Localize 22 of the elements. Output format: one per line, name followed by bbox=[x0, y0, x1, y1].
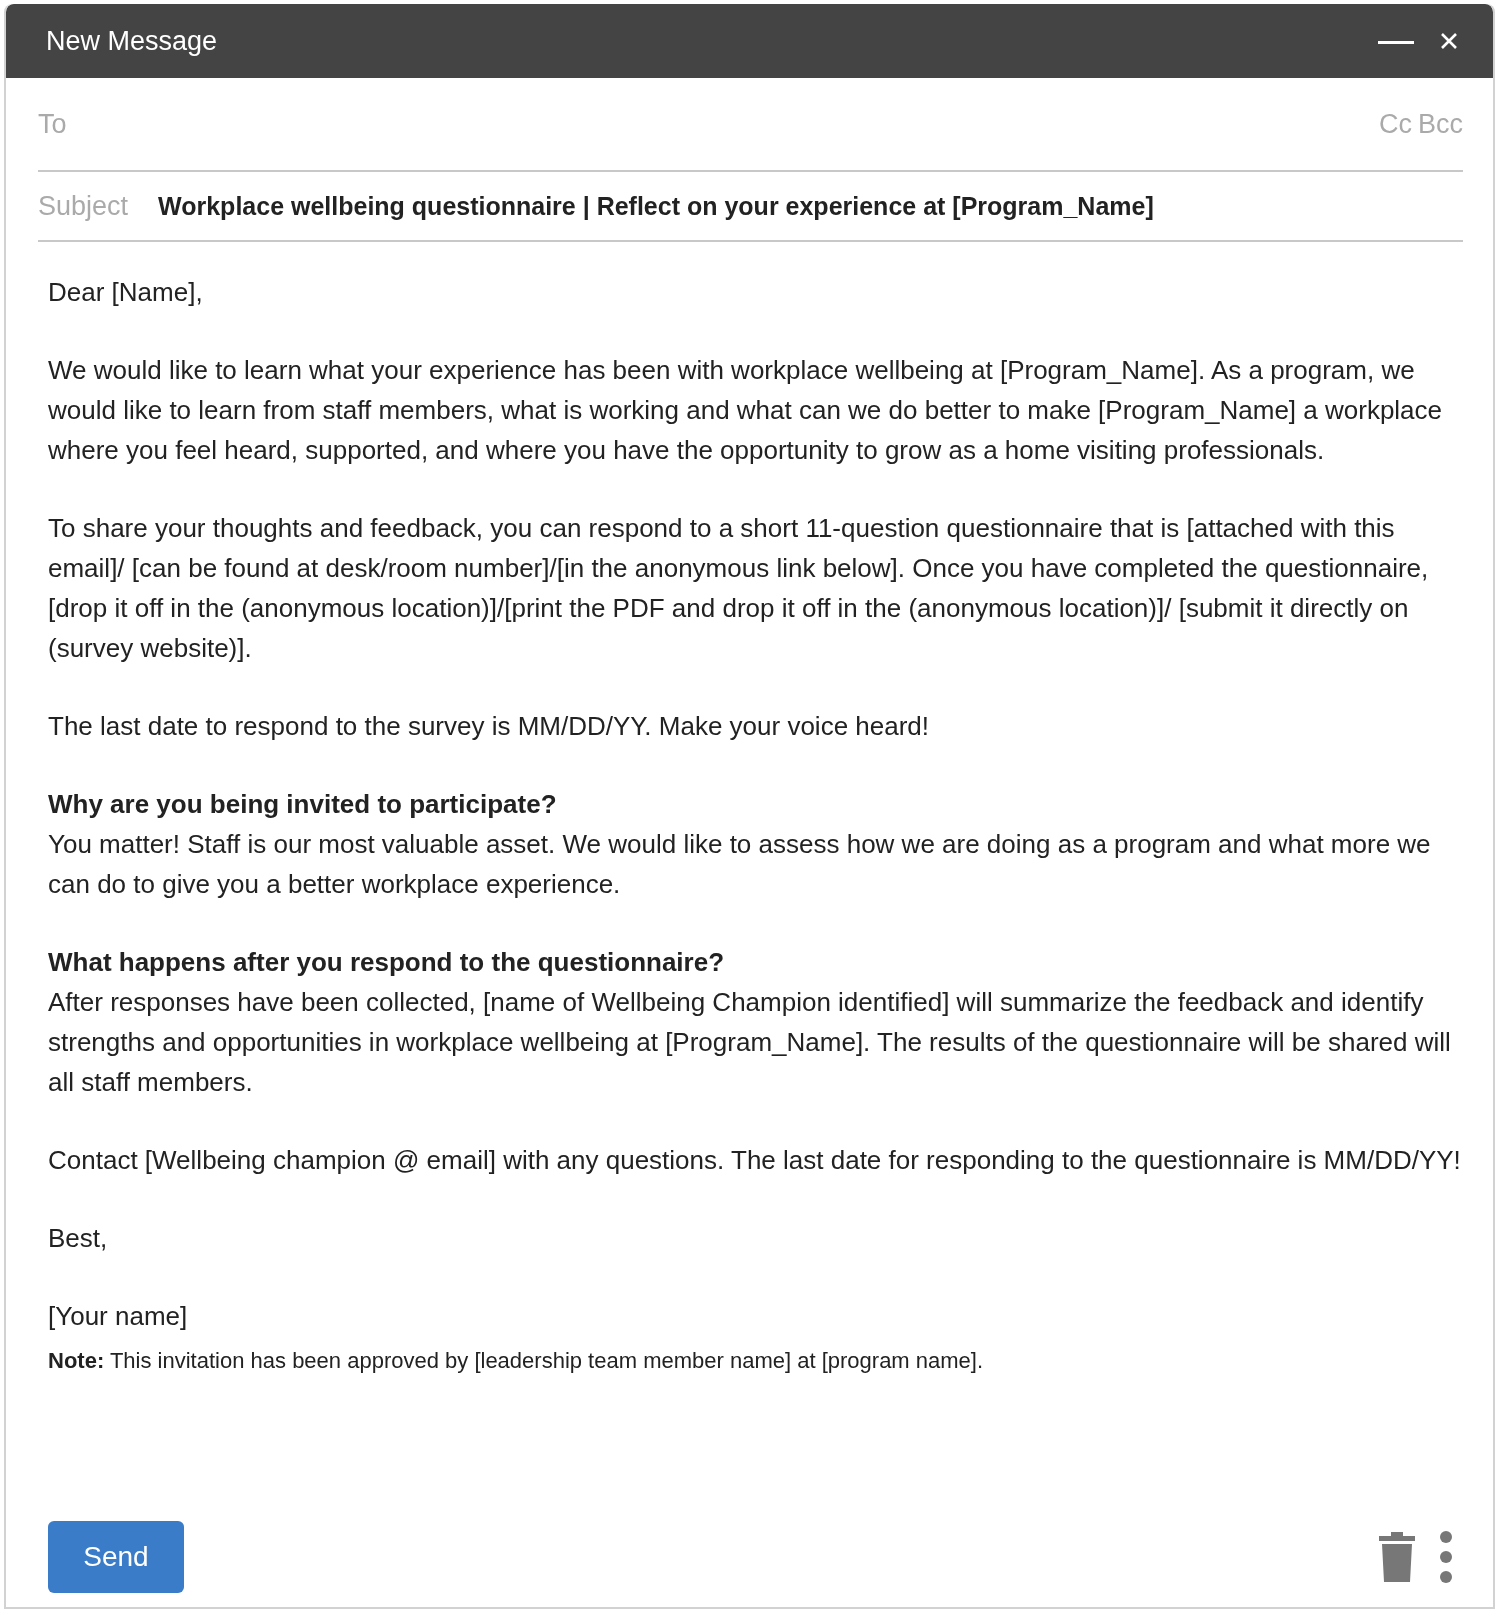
close-icon[interactable] bbox=[1439, 31, 1459, 51]
body-paragraph: Contact [Wellbeing champion @ email] with any questions. The last date for responding to the questionnaire is MM/DD/YY! bbox=[48, 1144, 1462, 1177]
body-paragraph: To share your thoughts and feedback, you can respond to a short 11-question questionnaire that is [attached with this email]/ [can be found at desk/room number]/[in the anonymous link below]. Once you have completed the questionnaire, [drop it off in the (anonymous location)]/[print the PDF and drop it off in the (anonymous location)]/ [submit it directly on (survey website)]. bbox=[48, 512, 1430, 665]
body-heading: What happens after you respond to the questionnaire? bbox=[48, 946, 726, 979]
subject-label: Subject bbox=[38, 190, 129, 222]
more-options-icon[interactable] bbox=[1439, 1530, 1453, 1584]
body-paragraph: Dear [Name], bbox=[48, 276, 204, 309]
body-heading: Why are you being invited to participate? bbox=[48, 788, 558, 821]
send-button[interactable]: Send bbox=[48, 1521, 184, 1593]
body-paragraph: Best, bbox=[48, 1222, 109, 1255]
body-paragraph: [Your name] bbox=[48, 1300, 189, 1333]
body-paragraph: We would like to learn what your experience has been with workplace wellbeing at [Program_Name]. As a program, we would like to learn from staff members, what is working and what can we do better to make [Program_Name] a workplace where you feel heard, supported, and where you have the opportunity to grow as a home visiting professionals. bbox=[48, 354, 1444, 467]
body-paragraph: You matter! Staff is our most valuable asset. We would like to assess how we are doing as a program and what more we can do to give you a better workplace experience. bbox=[48, 828, 1432, 901]
to-field[interactable]: To Cc Bcc bbox=[38, 78, 1463, 172]
recipient-link[interactable]: Cc bbox=[1379, 108, 1412, 140]
recipient-link[interactable]: Bcc bbox=[1418, 108, 1463, 140]
subject-field[interactable]: Workplace wellbeing questionnaire | Reflect on your experience at [Program_Name] bbox=[158, 191, 1154, 221]
trash-icon[interactable] bbox=[1377, 1530, 1417, 1584]
body-paragraph: The last date to respond to the survey is MM/DD/YY. Make your voice heard! bbox=[48, 710, 931, 743]
note-text: Note: This invitation has been approved by [leadership team member name] at [program name]. bbox=[48, 1347, 985, 1375]
body-paragraph: After responses have been collected, [name of Wellbeing Champion identified] will summarize the feedback and identify strengths and opportunities in workplace wellbeing at [Program_Name]. The results of the questionnaire will be shared will all staff members. bbox=[48, 986, 1452, 1099]
window-title: New Message bbox=[46, 25, 218, 57]
